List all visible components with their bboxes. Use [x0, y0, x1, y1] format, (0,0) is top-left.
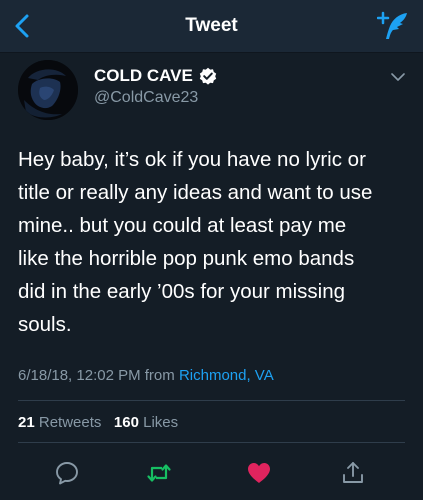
action-bar [0, 450, 423, 500]
avatar[interactable] [18, 60, 78, 120]
location-link[interactable]: Richmond, VA [179, 367, 274, 384]
author-name[interactable]: COLD CAVE [94, 66, 193, 86]
engagement-stats: 21 Retweets 160 Likes [18, 414, 178, 431]
verified-badge-icon [199, 67, 217, 85]
timestamp: 6/18/18, 12:02 PM from [18, 367, 175, 384]
retweets-label: Retweets [38, 414, 102, 431]
like-heart-icon[interactable] [246, 460, 272, 486]
divider [18, 400, 405, 401]
chevron-down-icon[interactable] [391, 72, 405, 82]
author-handle[interactable]: @ColdCave23 [94, 89, 198, 107]
avatar-image [18, 60, 78, 120]
compose-feather-icon[interactable] [377, 10, 411, 42]
share-icon[interactable] [340, 460, 366, 486]
tweet-meta: 6/18/18, 12:02 PM from Richmond, VA [18, 367, 274, 384]
likes-label: Likes [143, 414, 179, 431]
retweet-icon[interactable] [146, 460, 172, 486]
like-count: 160 [113, 414, 139, 431]
page-title: Tweet [185, 15, 238, 36]
reply-icon[interactable] [54, 460, 80, 486]
tweet-text: Hey baby, it’s ok if you have no lyric o… [18, 148, 373, 336]
likes-stat[interactable]: 160 Likes [114, 414, 178, 431]
author-name-row[interactable]: COLD CAVE [94, 66, 217, 86]
divider [18, 442, 405, 443]
retweet-count: 21 [18, 414, 35, 431]
top-bar: Tweet [0, 0, 423, 53]
retweets-stat[interactable]: 21 Retweets [18, 414, 101, 431]
